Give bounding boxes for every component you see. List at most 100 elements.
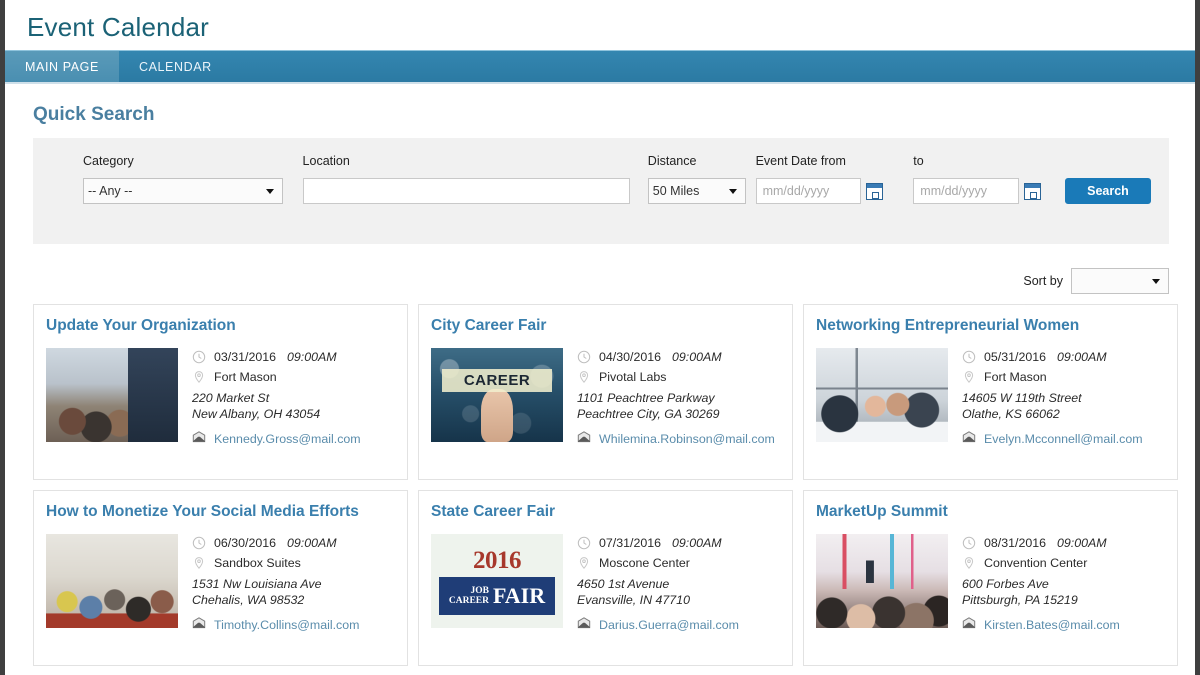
event-email-line: Whilemina.Robinson@mail.com	[577, 430, 778, 447]
event-cards-grid: Update Your Organization 03/31/2016 09:0…	[33, 304, 1195, 666]
event-date-to-label: to	[913, 154, 924, 168]
event-date: 07/31/2016	[599, 536, 662, 550]
event-title-link[interactable]: MarketUp Summit	[816, 503, 1163, 521]
distance-select[interactable]: 50 Miles	[647, 178, 746, 204]
event-venue-line: Moscone Center	[577, 556, 778, 570]
category-select[interactable]: -- Any --	[83, 178, 283, 204]
tab-calendar[interactable]: CALENDAR	[119, 51, 232, 82]
event-email-link[interactable]: Kennedy.Gross@mail.com	[214, 432, 361, 446]
event-address-line2: Chehalis, WA 98532	[192, 593, 305, 607]
summit-stage-photo	[816, 534, 948, 628]
sort-select-wrap	[1071, 268, 1169, 294]
search-button[interactable]: Search	[1064, 178, 1151, 204]
event-title-link[interactable]: City Career Fair	[431, 317, 778, 335]
event-meta: 08/31/2016 09:00AM Convention Center 600…	[962, 534, 1163, 633]
event-venue: Fort Mason	[984, 370, 1047, 384]
event-thumbnail: CAREER	[431, 348, 563, 442]
poster-fair-text: FAIR	[492, 582, 546, 608]
location-field: Location	[302, 154, 630, 204]
event-title-link[interactable]: State Career Fair	[431, 503, 778, 521]
clock-icon	[192, 350, 206, 364]
calendar-icon[interactable]	[866, 182, 884, 200]
event-address: 220 Market St New Albany, OH 43054	[192, 390, 393, 422]
event-card[interactable]: MarketUp Summit 08/31/2016 09:00AM Conve…	[803, 490, 1178, 666]
event-address-line2: New Albany, OH 43054	[192, 407, 321, 421]
map-pin-icon	[577, 370, 591, 384]
distance-field: Distance 50 Miles	[647, 154, 746, 204]
distance-label: Distance	[647, 154, 697, 168]
event-email-link[interactable]: Evelyn.Mcconnell@mail.com	[984, 432, 1143, 446]
clock-icon	[962, 536, 976, 550]
event-email-link[interactable]: Kirsten.Bates@mail.com	[984, 618, 1120, 632]
event-address-line2: Pittsburgh, PA 15219	[962, 593, 1078, 607]
map-pin-icon	[577, 556, 591, 570]
poster-band: JOB CAREER FAIR	[438, 576, 556, 615]
envelope-icon	[962, 430, 976, 447]
page-title: Event Calendar	[27, 12, 210, 42]
event-venue-line: Fort Mason	[962, 370, 1163, 384]
event-date-from-input[interactable]	[755, 178, 862, 204]
event-title-link[interactable]: Update Your Organization	[46, 317, 393, 335]
event-card-body: 08/31/2016 09:00AM Convention Center 600…	[816, 534, 1163, 633]
event-email-line: Darius.Guerra@mail.com	[577, 616, 778, 633]
event-venue-line: Pivotal Labs	[577, 370, 778, 384]
event-datetime: 08/31/2016 09:00AM	[962, 536, 1163, 550]
event-date-to-input[interactable]	[913, 178, 1019, 204]
event-thumbnail: 2016 JOB CAREER FAIR	[431, 534, 563, 628]
event-time: 09:00AM	[1057, 350, 1107, 364]
distance-select-wrap: 50 Miles	[647, 178, 746, 204]
event-meta: 04/30/2016 09:00AM Pivotal Labs 1101 Pea…	[577, 348, 778, 447]
event-email-link[interactable]: Timothy.Collins@mail.com	[214, 618, 359, 632]
event-venue: Fort Mason	[214, 370, 277, 384]
calendar-icon[interactable]	[1023, 182, 1041, 200]
event-email-line: Kennedy.Gross@mail.com	[192, 430, 393, 447]
event-title-link[interactable]: Networking Entrepreneurial Women	[816, 317, 1163, 335]
sort-by-select[interactable]	[1071, 268, 1169, 294]
poster-job-career: JOB CAREER	[449, 586, 489, 606]
poster-year: 2016	[473, 546, 522, 574]
event-date: 03/31/2016	[214, 350, 277, 364]
map-pin-icon	[962, 556, 976, 570]
event-card-body: 03/31/2016 09:00AM Fort Mason 220 Market…	[46, 348, 393, 447]
event-card-body: 06/30/2016 09:00AM Sandbox Suites 1531 N…	[46, 534, 393, 633]
main-nav-tabbar: MAIN PAGE CALENDAR	[5, 50, 1195, 82]
event-meta: 05/31/2016 09:00AM Fort Mason 14605 W 11…	[962, 348, 1163, 447]
event-card[interactable]: Update Your Organization 03/31/2016 09:0…	[33, 304, 408, 480]
envelope-icon	[192, 616, 206, 633]
event-datetime: 04/30/2016 09:00AM	[577, 350, 778, 364]
event-card[interactable]: Networking Entrepreneurial Women 05/31/2…	[803, 304, 1178, 480]
event-title-link[interactable]: How to Monetize Your Social Media Effort…	[46, 503, 393, 521]
event-meta: 07/31/2016 09:00AM Moscone Center 4650 1…	[577, 534, 778, 633]
pointing-hand-shape	[481, 389, 513, 442]
event-card[interactable]: City Career Fair CAREER 04/30/2016 09:00…	[418, 304, 793, 480]
event-venue-line: Sandbox Suites	[192, 556, 393, 570]
event-date-from-row	[755, 178, 884, 204]
event-email-link[interactable]: Whilemina.Robinson@mail.com	[599, 432, 775, 446]
career-banner-text: CAREER	[441, 368, 553, 393]
location-input[interactable]	[302, 178, 630, 204]
event-address: 600 Forbes Ave Pittsburgh, PA 15219	[962, 576, 1163, 608]
event-card-body: 05/31/2016 09:00AM Fort Mason 14605 W 11…	[816, 348, 1163, 447]
event-address: 1101 Peachtree Parkway Peachtree City, G…	[577, 390, 778, 422]
event-address-line2: Peachtree City, GA 30269	[577, 407, 720, 421]
event-card-body: 2016 JOB CAREER FAIR 07/31/2016 09:00AM …	[431, 534, 778, 633]
quick-search-panel: Category -- Any -- Location Distance 50 …	[33, 138, 1169, 244]
category-label: Category	[83, 154, 134, 168]
event-time: 09:00AM	[287, 350, 337, 364]
event-datetime: 05/31/2016 09:00AM	[962, 350, 1163, 364]
event-card[interactable]: How to Monetize Your Social Media Effort…	[33, 490, 408, 666]
category-field: Category -- Any --	[83, 154, 283, 204]
event-address: 1531 Nw Louisiana Ave Chehalis, WA 98532	[192, 576, 393, 608]
main-content: Quick Search Category -- Any -- Location…	[5, 82, 1195, 675]
clock-icon	[962, 350, 976, 364]
event-address-line1: 1101 Peachtree Parkway	[577, 391, 715, 405]
tab-main-page[interactable]: MAIN PAGE	[5, 51, 119, 82]
category-select-wrap: -- Any --	[83, 178, 283, 204]
event-card[interactable]: State Career Fair 2016 JOB CAREER FAIR 0…	[418, 490, 793, 666]
event-address-line1: 4650 1st Avenue	[577, 577, 670, 591]
sort-by-label: Sort by	[1023, 274, 1063, 288]
event-email-link[interactable]: Darius.Guerra@mail.com	[599, 618, 739, 632]
envelope-icon	[577, 430, 591, 447]
conference-audience-photo	[46, 348, 178, 442]
event-address-line1: 220 Market St	[192, 391, 270, 405]
